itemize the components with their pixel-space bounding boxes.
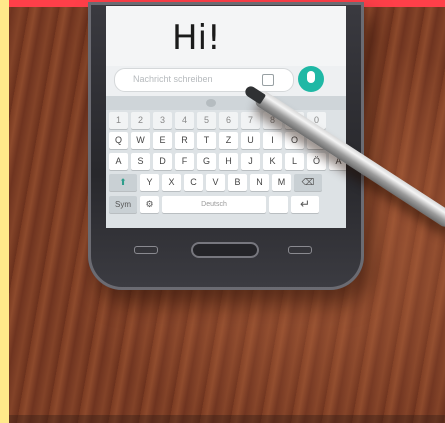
key[interactable]: D [153, 153, 172, 170]
key[interactable]: F [175, 153, 194, 170]
message-text: Hi! [172, 18, 221, 58]
photo-background: Hi! Nachricht schreiben 1 2 3 4 5 6 7 8 … [0, 0, 445, 423]
key[interactable]: H [219, 153, 238, 170]
backspace-key[interactable]: ⌫ [294, 174, 322, 191]
key[interactable]: 2 [131, 112, 150, 129]
key[interactable]: R [175, 132, 194, 149]
key[interactable]: X [162, 174, 181, 191]
key[interactable]: S [131, 153, 150, 170]
key[interactable]: T [197, 132, 216, 149]
key[interactable]: 3 [153, 112, 172, 129]
key[interactable]: Y [140, 174, 159, 191]
key[interactable]: 4 [175, 112, 194, 129]
mic-button[interactable] [298, 66, 324, 92]
phone-screen: Hi! Nachricht schreiben 1 2 3 4 5 6 7 8 … [106, 6, 346, 228]
table-shadow [9, 415, 445, 423]
key[interactable]: G [197, 153, 216, 170]
left-border-strip [0, 0, 9, 423]
key[interactable]: A [109, 153, 128, 170]
mic-icon [307, 71, 315, 83]
key[interactable]: I [263, 132, 282, 149]
space-key[interactable]: Deutsch [162, 196, 266, 213]
key[interactable]: M [272, 174, 291, 191]
key[interactable] [269, 196, 288, 213]
key[interactable]: U [241, 132, 260, 149]
key[interactable]: Z [219, 132, 238, 149]
bottom-row: Sym ⚙ Deutsch ↵ [109, 196, 319, 213]
letter-row-2: A S D F G H J K L Ö Ä [109, 153, 346, 170]
sym-key[interactable]: Sym [109, 196, 137, 213]
key[interactable]: B [228, 174, 247, 191]
key[interactable]: W [131, 132, 150, 149]
key[interactable]: J [241, 153, 260, 170]
back-icon[interactable] [288, 246, 312, 254]
settings-icon[interactable]: ⚙ [140, 196, 159, 213]
key[interactable]: 1 [109, 112, 128, 129]
key[interactable]: V [206, 174, 225, 191]
key[interactable]: N [250, 174, 269, 191]
key[interactable]: K [263, 153, 282, 170]
key[interactable]: 7 [241, 112, 260, 129]
enter-key[interactable]: ↵ [291, 196, 319, 213]
message-input[interactable]: Nachricht schreiben [114, 68, 294, 92]
on-screen-keyboard: 1 2 3 4 5 6 7 8 9 0 Q W E R T Z [106, 96, 346, 228]
attach-icon[interactable] [262, 74, 274, 86]
key[interactable]: 5 [197, 112, 216, 129]
suggestion-bar [106, 96, 346, 110]
recent-apps-icon[interactable] [134, 246, 158, 254]
letter-row-3: ⬆ Y X C V B N M ⌫ [109, 174, 322, 191]
letter-row-1: Q W E R T Z U I O P [109, 132, 326, 149]
key[interactable]: Ö [307, 153, 326, 170]
shift-key[interactable]: ⬆ [109, 174, 137, 191]
message-area: Hi! [106, 6, 346, 66]
key[interactable]: C [184, 174, 203, 191]
input-placeholder: Nachricht schreiben [133, 74, 213, 84]
key[interactable]: Q [109, 132, 128, 149]
home-button[interactable] [191, 242, 259, 258]
key[interactable]: L [285, 153, 304, 170]
key[interactable]: 6 [219, 112, 238, 129]
key[interactable]: E [153, 132, 172, 149]
suggestion-indicator [206, 99, 216, 107]
